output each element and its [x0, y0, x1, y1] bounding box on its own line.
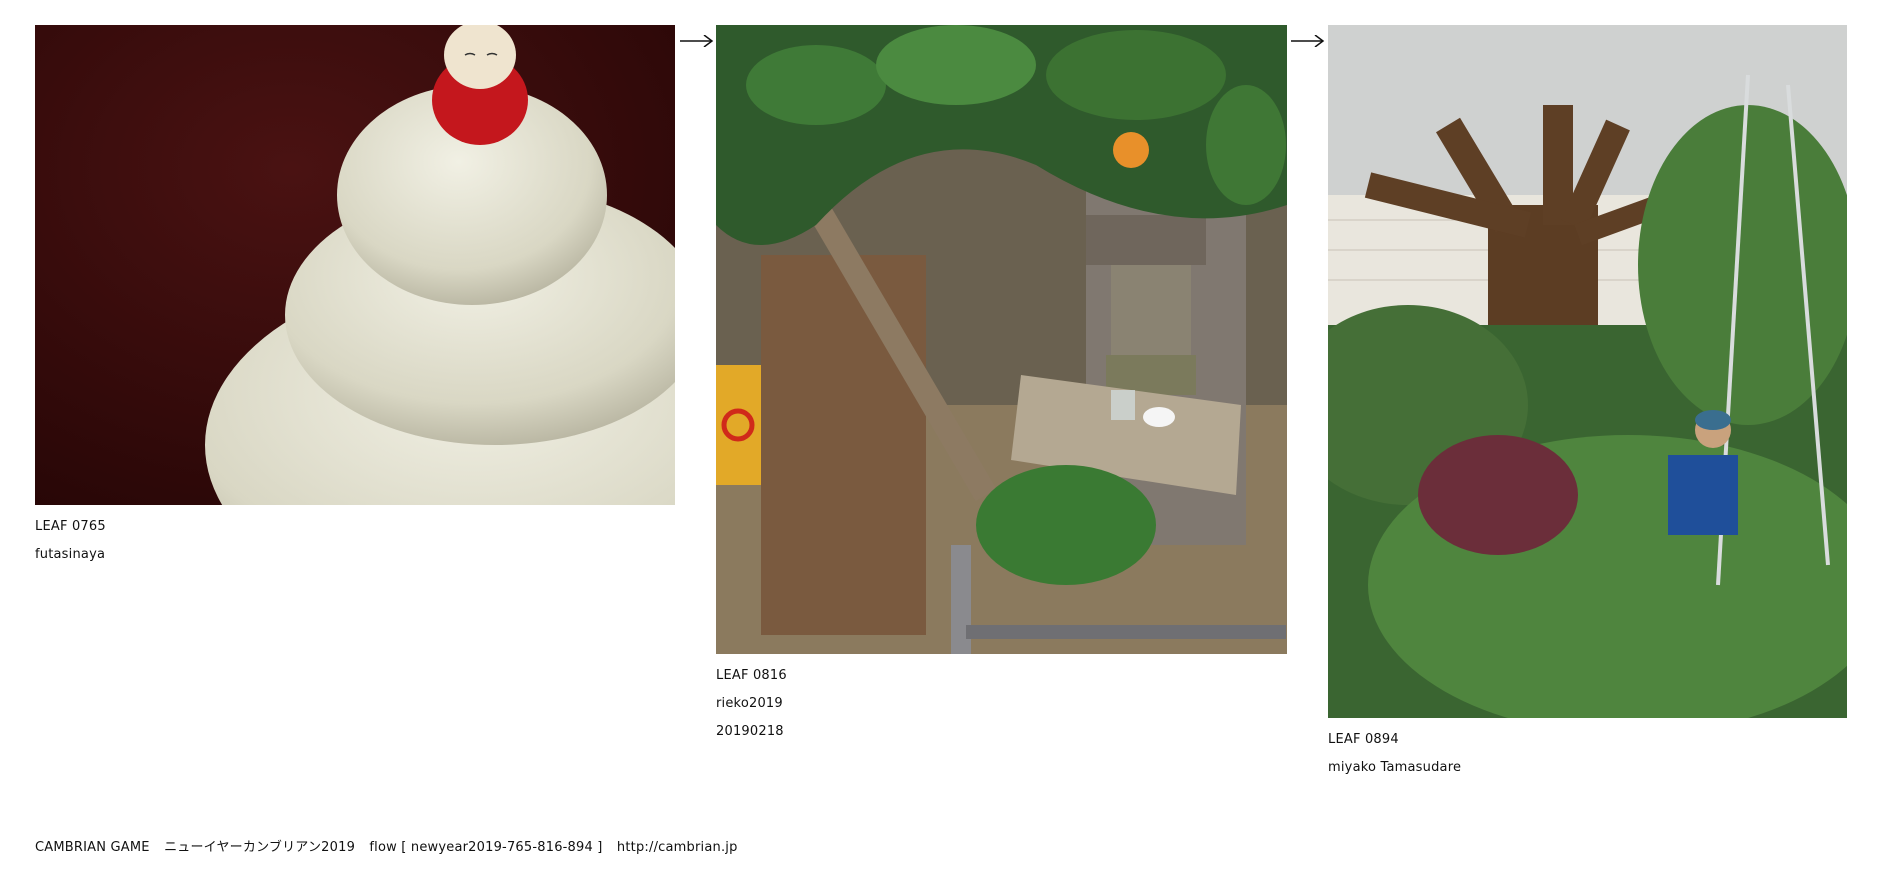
right-arrow-icon — [1291, 35, 1325, 47]
leaf-author[interactable]: rieko2019 — [716, 690, 1287, 718]
footer-url-link[interactable]: http://cambrian.jp — [617, 840, 738, 855]
leaf-card-0816: LEAF 0816 rieko2019 20190218 — [716, 25, 1287, 746]
page: LEAF 0765 futasinaya LEAF 0816 rieko2019… — [0, 0, 1882, 872]
leaf-id: LEAF 0894 — [1328, 732, 1399, 747]
leaf-author[interactable]: futasinaya — [35, 541, 675, 569]
leaf-id: LEAF 0816 — [716, 668, 787, 683]
leaf-card-0894: LEAF 0894 miyako Tamasudare — [1328, 25, 1847, 782]
leaf-card-0765: LEAF 0765 futasinaya — [35, 25, 675, 569]
leaf-author[interactable]: miyako Tamasudare — [1328, 754, 1847, 782]
tree-trimming-image — [1328, 25, 1847, 718]
footer: CAMBRIAN GAME ニューイヤーカンブリアン2019 flow [ ne… — [35, 836, 748, 855]
leaf-photo-tree-trimming[interactable] — [1328, 25, 1847, 718]
leaf-id: LEAF 0765 — [35, 519, 106, 534]
small-shrine-image — [716, 25, 1287, 654]
leaf-date: 20190218 — [716, 724, 784, 739]
footer-game-name: CAMBRIAN GAME — [35, 840, 150, 855]
kagami-mochi-image — [35, 25, 675, 505]
footer-title: ニューイヤーカンブリアン2019 — [164, 840, 356, 855]
footer-flow: flow [ newyear2019-765-816-894 ] — [369, 840, 603, 855]
leaf-photo-shrine[interactable] — [716, 25, 1287, 654]
leaf-photo-kagami-mochi[interactable] — [35, 25, 675, 505]
right-arrow-icon — [680, 35, 714, 47]
